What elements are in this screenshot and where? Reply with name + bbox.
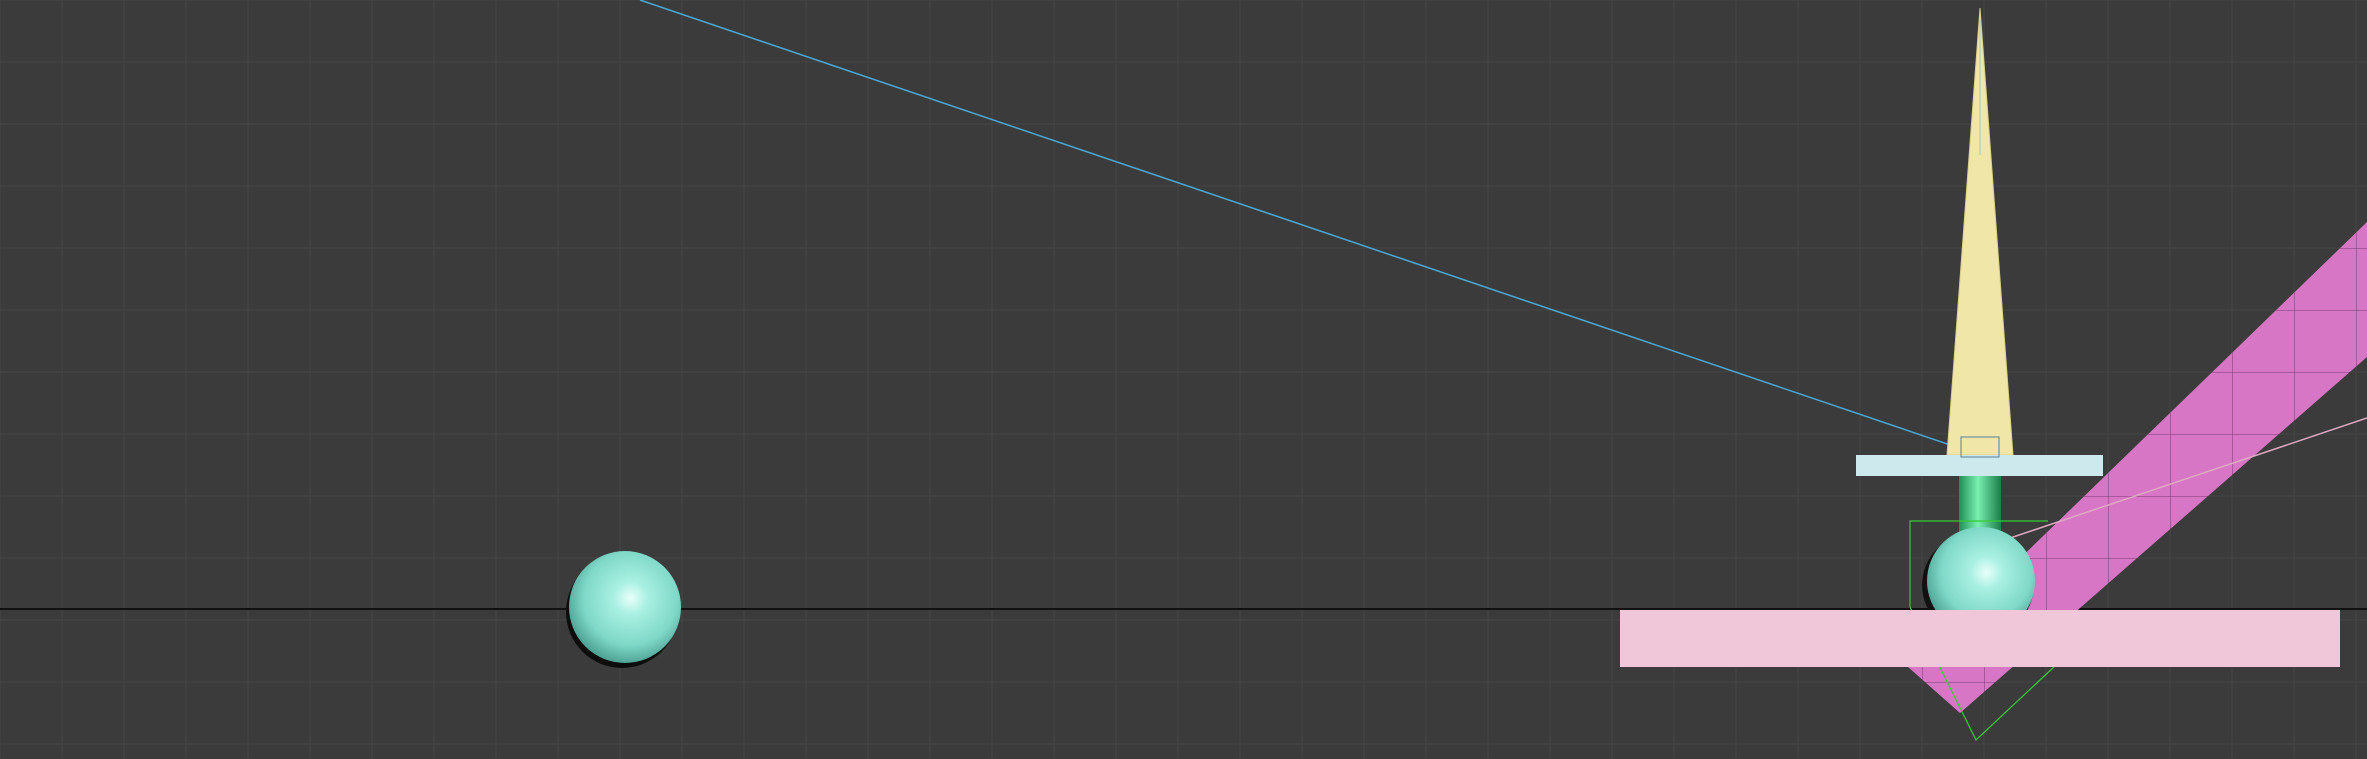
top-plate[interactable] — [1856, 455, 2103, 476]
sphere-left[interactable] — [566, 551, 681, 668]
viewport-canvas[interactable] — [0, 0, 2367, 759]
3d-viewport[interactable] — [0, 0, 2367, 759]
pink-floor-box[interactable] — [1620, 610, 2340, 667]
